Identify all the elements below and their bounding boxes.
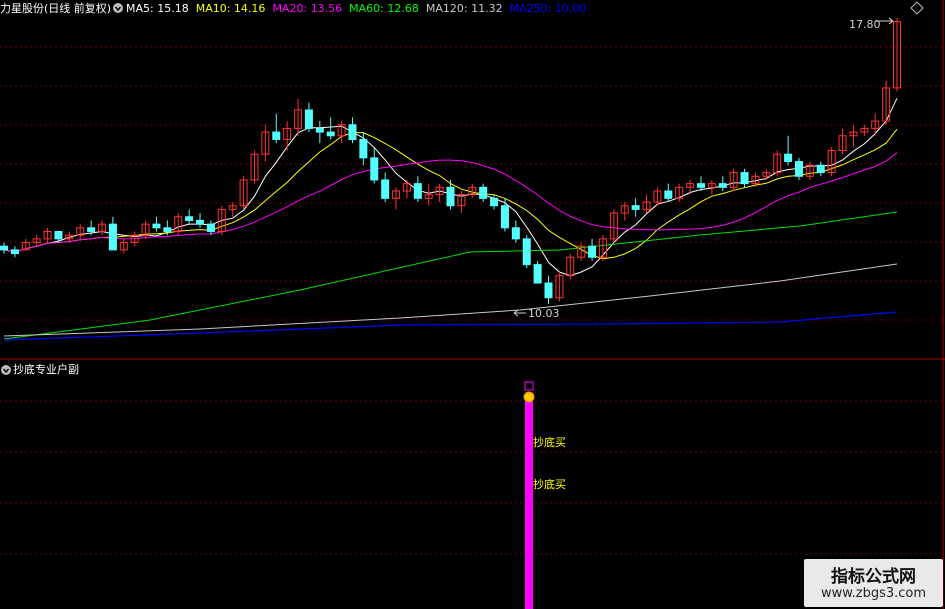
signal-bar: [525, 399, 533, 609]
indicator-toggle-icon[interactable]: [0, 364, 12, 380]
candle-down: [490, 197, 499, 207]
ma-legend-item: MA120: 11.32: [425, 2, 503, 15]
candle-down: [631, 205, 640, 210]
candle-down: [511, 227, 520, 240]
candle-down: [479, 186, 488, 199]
ma-legend-item: MA60: 12.68: [349, 2, 419, 15]
ma-legend-item: MA20: 13.56: [272, 2, 343, 15]
signal-marker: [524, 381, 534, 391]
candle-down: [326, 131, 335, 137]
candle-down: [816, 164, 825, 174]
candle-down: [54, 230, 63, 240]
candle-down: [108, 223, 117, 251]
candle-down: [152, 223, 161, 229]
candle-down: [185, 216, 194, 221]
high-price-label: 17.80: [849, 18, 881, 31]
candle-down: [522, 238, 531, 266]
signal-dot: [523, 391, 535, 403]
watermark-title: 指标公式网: [831, 567, 916, 587]
indicator-signal: [523, 381, 535, 609]
candle-down: [588, 245, 597, 258]
candle-down: [794, 161, 803, 177]
candle-down: [413, 183, 422, 199]
grid-lines: [0, 0, 945, 609]
candle-down: [87, 227, 96, 232]
candle-down: [359, 138, 368, 159]
candle-down: [10, 249, 19, 255]
candle-down: [370, 157, 379, 181]
kline-chart[interactable]: [0, 0, 945, 609]
candle-down: [446, 186, 455, 207]
candle-down: [304, 109, 313, 129]
candle-down: [784, 153, 793, 163]
ma-legend-item: MA5: 15.18: [126, 2, 189, 15]
ma250-line: [3, 311, 898, 341]
candle-down: [544, 282, 553, 299]
candle-down: [664, 190, 673, 199]
moving-average-lines: [3, 97, 898, 341]
candle-down: [381, 179, 390, 199]
low-price-label: 10.03: [528, 307, 560, 320]
candle-down: [718, 183, 727, 188]
ma-legend-item: MA10: 14.16: [195, 2, 266, 15]
watermark: 指标公式网 www.zbgs3.com: [804, 559, 943, 607]
ma-legend-item: MA250: 10.00: [509, 2, 587, 15]
indicator-title: 抄底专业户副: [13, 363, 79, 376]
candle-down: [740, 172, 749, 185]
candle-down: [533, 264, 542, 284]
candle-down: [206, 223, 215, 232]
candle-down: [272, 131, 281, 140]
candle-down: [0, 245, 8, 251]
candle-down: [348, 124, 357, 140]
ma-legend: MA5: 15.18 MA10: 14.16 MA20: 13.56 MA60: 12…: [126, 2, 593, 16]
signal-label: 抄底买: [533, 436, 566, 449]
watermark-url: www.zbgs3.com: [820, 586, 927, 601]
signal-label: 抄底买: [533, 478, 566, 491]
collapse-icon[interactable]: [910, 1, 924, 19]
stock-title: 力星股份(日线 前复权): [0, 2, 112, 15]
candle-down: [315, 127, 324, 133]
candle-down: [163, 227, 172, 232]
candle-down: [196, 219, 205, 225]
candle-down: [500, 205, 509, 229]
candlesticks: [0, 18, 901, 304]
ma-toggle-icon[interactable]: [112, 2, 124, 18]
candle-down: [696, 183, 705, 188]
